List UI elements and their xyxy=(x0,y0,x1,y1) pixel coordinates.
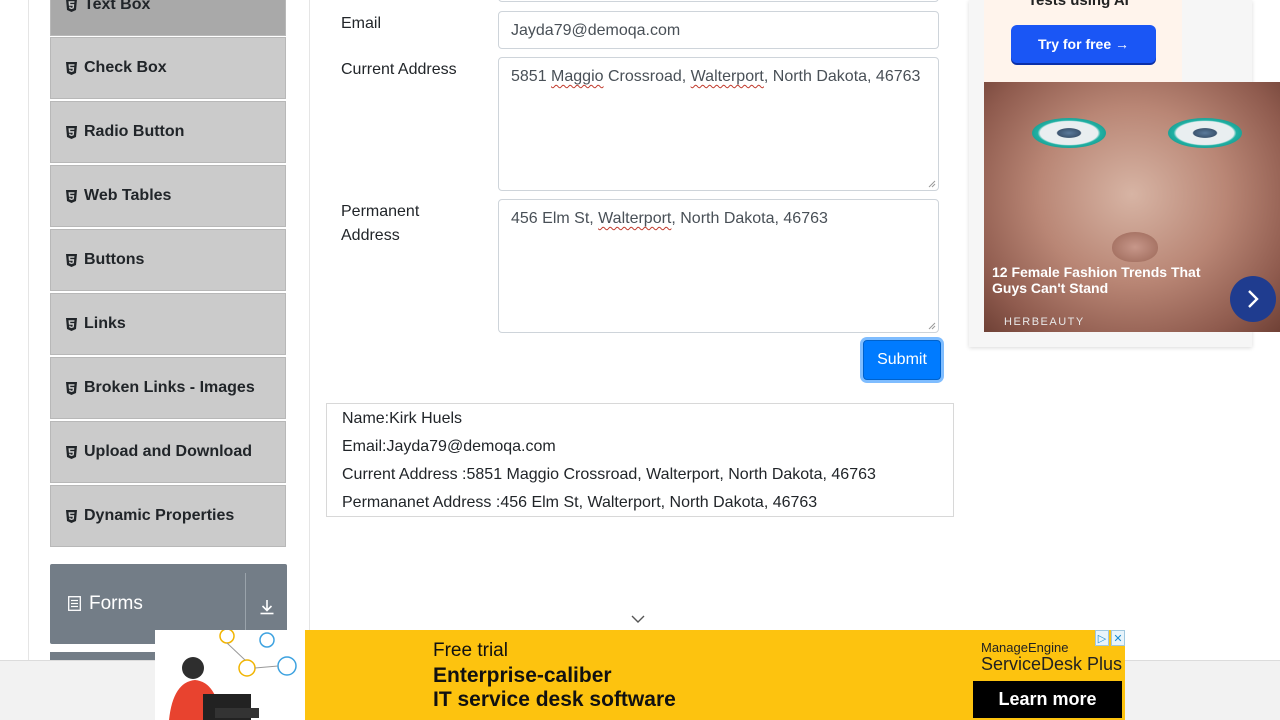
html5-icon xyxy=(65,61,77,75)
html5-icon xyxy=(65,445,77,459)
banner-line2: Enterprise-caliber xyxy=(433,664,612,687)
person-laptop-illustration xyxy=(155,630,305,720)
left-border xyxy=(28,0,29,720)
ad-image-eye-right xyxy=(1168,118,1242,148)
sidebar-item-radio-button[interactable]: Radio Button xyxy=(50,101,286,163)
output-email: Email:Jayda79@demoqa.com xyxy=(342,438,556,455)
address-text: Maggio xyxy=(551,68,604,85)
sidebar-item-label: Web Tables xyxy=(84,187,172,204)
sidebar-item-check-box[interactable]: Check Box xyxy=(50,37,286,99)
bottom-banner-ad[interactable]: Free trial Enterprise-caliber IT service… xyxy=(155,630,1125,720)
banner-line1: Free trial xyxy=(433,640,508,661)
group-title-label: Forms xyxy=(89,593,143,614)
resize-handle-icon[interactable] xyxy=(928,322,936,330)
email-field[interactable]: Jayda79@demoqa.com xyxy=(498,11,939,49)
html5-icon xyxy=(65,509,77,523)
html5-icon xyxy=(65,189,77,203)
ad-caption[interactable]: 12 Female Fashion Trends That Guys Can't… xyxy=(992,264,1222,296)
learn-more-button[interactable]: Learn more xyxy=(973,681,1122,718)
permanent-address-field[interactable]: 456 Elm St, Walterport, North Dakota, 46… xyxy=(498,199,939,333)
sidebar-item-label: Check Box xyxy=(84,59,167,76)
sidebar-item-broken-links[interactable]: Broken Links - Images xyxy=(50,357,286,419)
sidebar-item-links[interactable]: Links xyxy=(50,293,286,355)
ad-choices-icon[interactable]: ▷ xyxy=(1095,630,1109,646)
html5-icon xyxy=(65,0,77,12)
address-text: 456 Elm St, xyxy=(511,210,599,227)
current-address-label: Current Address xyxy=(341,61,457,78)
ad-choices[interactable]: ▷ ✕ xyxy=(1095,630,1125,646)
output-current-address: Current Address :5851 Maggio Crossroad, … xyxy=(342,466,876,483)
output-box: Name:Kirk Huels Email:Jayda79@demoqa.com… xyxy=(326,403,954,517)
sidebar-item-buttons[interactable]: Buttons xyxy=(50,229,286,291)
html5-icon xyxy=(65,381,77,395)
page: Text Box Check Box Radio Button Web Tabl… xyxy=(0,0,1280,720)
close-icon[interactable]: ✕ xyxy=(1111,630,1125,646)
sidebar-item-web-tables[interactable]: Web Tables xyxy=(50,165,286,227)
output-permanent-address: Permananet Address :456 Elm St, Walterpo… xyxy=(342,494,818,511)
html5-icon xyxy=(65,125,77,139)
html5-icon xyxy=(65,253,77,267)
html5-icon xyxy=(65,317,77,331)
sidebar-item-text-box[interactable]: Text Box xyxy=(50,0,286,36)
banner-logo-product: ServiceDesk Plus xyxy=(981,654,1123,674)
label-line: Address xyxy=(341,227,400,244)
email-value: Jayda79@demoqa.com xyxy=(511,22,681,39)
banner-logo-brand: ManageEngine xyxy=(981,640,1069,655)
try-for-free-button[interactable]: Try for free → xyxy=(1011,25,1156,63)
permanent-address-label: Permanent Address xyxy=(341,200,419,248)
email-label: Email xyxy=(341,15,382,32)
sidebar-item-dynamic-properties[interactable]: Dynamic Properties xyxy=(50,485,286,547)
content-border xyxy=(309,0,310,720)
sidebar-item-label: Buttons xyxy=(84,251,145,268)
sidebar-item-label: Radio Button xyxy=(84,123,185,140)
ad-image-eye-left xyxy=(1032,118,1106,148)
address-text: 5851 xyxy=(511,68,552,85)
ad-photo[interactable]: 12 Female Fashion Trends That Guys Can't… xyxy=(984,82,1280,332)
banner-line3: IT service desk software xyxy=(433,688,676,711)
address-text: , North Dakota, 46763 xyxy=(763,68,921,85)
output-name: Name:Kirk Huels xyxy=(342,410,463,427)
current-address-field[interactable]: 5851 Maggio Crossroad, Walterport, North… xyxy=(498,57,939,191)
sidebar-item-label: Broken Links - Images xyxy=(84,379,255,396)
address-text: Walterport xyxy=(690,68,764,85)
ad-top-text: Tests using AI xyxy=(1028,0,1129,9)
label-line: Permanent xyxy=(341,203,420,220)
submit-button[interactable]: Submit xyxy=(863,340,941,380)
sidebar-item-label: Links xyxy=(84,315,126,332)
ad-brand: HERBEAUTY xyxy=(1004,316,1085,328)
full-name-field[interactable] xyxy=(498,0,939,2)
sidebar-item-label: Dynamic Properties xyxy=(84,507,235,524)
sidebar-item-label: Text Box xyxy=(84,0,151,13)
sidebar-item-label: Upload and Download xyxy=(84,443,252,460)
address-text: , North Dakota, 46763 xyxy=(671,210,828,227)
ad-image-nose xyxy=(1112,232,1158,262)
address-text: Walterport xyxy=(598,210,672,227)
chevron-right-icon[interactable] xyxy=(1230,276,1276,322)
resize-handle-icon[interactable] xyxy=(928,180,936,188)
address-text: Crossroad, xyxy=(603,68,691,85)
document-icon xyxy=(68,596,82,612)
sidebar-item-upload-download[interactable]: Upload and Download xyxy=(50,421,286,483)
chevron-down-icon[interactable] xyxy=(630,612,646,626)
